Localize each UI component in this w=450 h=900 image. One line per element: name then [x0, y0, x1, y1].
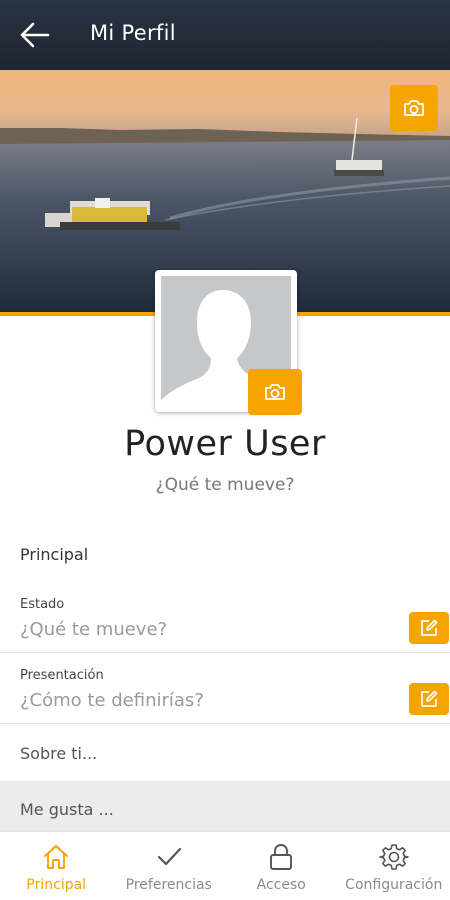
field-label-presentacion: Presentación	[20, 668, 104, 683]
nav-label: Principal	[26, 877, 87, 893]
likes-field[interactable]: Me gusta ...	[20, 800, 114, 819]
change-cover-button[interactable]	[390, 85, 438, 131]
edit-presentacion-button[interactable]	[409, 683, 449, 715]
page-title: Mi Perfil	[90, 21, 176, 45]
gear-icon	[378, 844, 409, 870]
about-field[interactable]: Sobre ti...	[20, 744, 97, 763]
user-status: ¿Qué te mueve?	[155, 475, 295, 495]
presentacion-field[interactable]: ¿Cómo te definirías?	[20, 690, 204, 711]
bottom-navigation: Principal Preferencias Acceso Configurac…	[0, 831, 450, 900]
nav-item-preferencias[interactable]: Preferencias	[113, 832, 226, 900]
back-button[interactable]	[18, 18, 52, 52]
edit-icon	[421, 690, 438, 707]
lock-icon	[270, 844, 293, 870]
camera-icon	[265, 384, 285, 400]
field-label-estado: Estado	[20, 597, 65, 612]
edit-icon	[421, 619, 438, 636]
change-avatar-button[interactable]	[248, 369, 302, 415]
nav-label: Configuración	[345, 877, 443, 893]
nav-item-configuracion[interactable]: Configuración	[338, 832, 450, 900]
nav-item-acceso[interactable]: Acceso	[225, 832, 338, 900]
estado-field[interactable]: ¿Qué te mueve?	[20, 619, 167, 640]
user-name: Power User	[124, 424, 326, 464]
arrow-left-icon	[20, 22, 50, 48]
home-icon	[44, 845, 69, 869]
divider	[0, 652, 450, 653]
edit-estado-button[interactable]	[409, 612, 449, 644]
camera-icon	[404, 100, 424, 116]
check-icon	[157, 847, 181, 866]
divider	[0, 723, 450, 724]
nav-label: Acceso	[256, 877, 306, 893]
nav-item-principal[interactable]: Principal	[0, 832, 113, 900]
nav-label: Preferencias	[125, 877, 212, 893]
app-bar: Mi Perfil	[0, 0, 450, 70]
section-title-principal: Principal	[20, 545, 89, 564]
